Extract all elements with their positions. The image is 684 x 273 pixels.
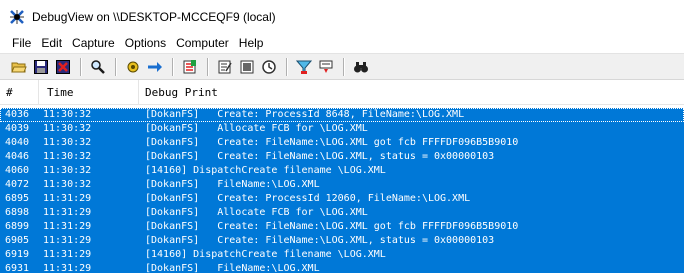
debugview-app-icon[interactable]: [8, 8, 26, 26]
column-header-time[interactable]: Time: [39, 80, 139, 104]
filter-icon[interactable]: [295, 58, 313, 76]
row-number: 4036: [5, 109, 30, 120]
log-row[interactable]: 6895 11:31:29 [DokanFS] Create: ProcessId …: [0, 192, 684, 206]
row-number: 6899: [5, 221, 30, 232]
row-debug-print: [DokanFS] Create: ProcessId 12060, FileN…: [145, 193, 471, 204]
row-debug-print: [DokanFS] FileName:\LOG.XML: [145, 179, 320, 190]
clear-display-icon[interactable]: [181, 58, 199, 76]
log-row[interactable]: 4046 11:30:32 [DokanFS] Create: FileName:\…: [0, 150, 684, 164]
binoculars-icon[interactable]: [352, 58, 370, 76]
row-time: 11:30:32: [43, 137, 92, 148]
row-time: 11:30:32: [43, 109, 92, 120]
row-debug-print: [DokanFS] Create: FileName:\LOG.XML, sta…: [145, 151, 495, 162]
menu-computer[interactable]: Computer: [171, 33, 234, 53]
row-number: 4040: [5, 137, 30, 148]
row-debug-print: [DokanFS] Create: FileName:\LOG.XML got …: [145, 221, 519, 232]
menu-file[interactable]: File: [0, 33, 36, 53]
log-row[interactable]: 4036 11:30:32 [DokanFS] Create: ProcessId …: [0, 108, 684, 122]
column-header-debug-print[interactable]: Debug Print: [139, 80, 684, 104]
row-debug-print: [14160] DispatchCreate filename \LOG.XML: [145, 165, 386, 176]
row-time: 11:31:29: [43, 263, 92, 273]
log-row[interactable]: 4060 11:30:32 [14160] DispatchCreate filen…: [0, 164, 684, 178]
row-debug-print: [DokanFS] Create: ProcessId 8648, FileNa…: [145, 109, 465, 120]
row-number: 4039: [5, 123, 30, 134]
log-row[interactable]: 4039 11:30:32 [DokanFS] Allocate FCB for \…: [0, 122, 684, 136]
toolbar: [0, 53, 684, 80]
row-time: 11:30:32: [43, 151, 92, 162]
toolbar-separator: [286, 57, 287, 76]
clock-icon[interactable]: [260, 58, 278, 76]
toolbar-separator: [207, 57, 208, 76]
menu-bar: File Edit Capture Options Computer Help: [0, 33, 684, 53]
autoscroll-icon[interactable]: [146, 58, 164, 76]
log-rows[interactable]: 4036 11:30:32 [DokanFS] Create: ProcessId …: [0, 108, 684, 273]
row-time: 11:30:32: [43, 165, 92, 176]
log-row[interactable]: 4072 11:30:32 [DokanFS] FileName:\LOG.XML: [0, 178, 684, 192]
row-number: 4060: [5, 165, 30, 176]
row-time: 11:30:32: [43, 179, 92, 190]
row-debug-print: [DokanFS] Allocate FCB for \LOG.XML: [145, 207, 368, 218]
row-debug-print: [14160] DispatchCreate filename \LOG.XML: [145, 249, 386, 260]
log-row[interactable]: 4040 11:30:32 [DokanFS] Create: FileName:\…: [0, 136, 684, 150]
window-title: DebugView on \\DESKTOP-MCCEQF9 (local): [32, 9, 276, 24]
highlight-icon[interactable]: [317, 58, 335, 76]
log-row[interactable]: 6919 11:31:29 [14160] DispatchCreate filen…: [0, 248, 684, 262]
log-row[interactable]: 6899 11:31:29 [DokanFS] Create: FileName:\…: [0, 220, 684, 234]
row-time: 11:31:29: [43, 221, 92, 232]
row-number: 6931: [5, 263, 30, 273]
menu-options[interactable]: Options: [120, 33, 171, 53]
row-time: 11:31:29: [43, 235, 92, 246]
title-bar[interactable]: DebugView on \\DESKTOP-MCCEQF9 (local): [0, 0, 684, 33]
log-row[interactable]: 6931 11:31:29 [DokanFS] FileName:\LOG.XML: [0, 262, 684, 273]
capture-icon[interactable]: [124, 58, 142, 76]
list-header: # Time Debug Print: [0, 80, 684, 105]
log-list[interactable]: # Time Debug Print 4036 11:30:32 [DokanFS]…: [0, 80, 684, 273]
row-debug-print: [DokanFS] Create: FileName:\LOG.XML got …: [145, 137, 519, 148]
row-debug-print: [DokanFS] FileName:\LOG.XML: [145, 263, 320, 273]
row-number: 6895: [5, 193, 30, 204]
menu-help[interactable]: Help: [234, 33, 269, 53]
row-time: 11:31:29: [43, 249, 92, 260]
open-icon[interactable]: [10, 58, 28, 76]
row-number: 6919: [5, 249, 30, 260]
row-number: 4046: [5, 151, 30, 162]
toolbar-separator: [80, 57, 81, 76]
row-number: 6898: [5, 207, 30, 218]
properties-icon[interactable]: [216, 58, 234, 76]
row-number: 4072: [5, 179, 30, 190]
row-time: 11:31:29: [43, 207, 92, 218]
find-icon[interactable]: [89, 58, 107, 76]
row-number: 6905: [5, 235, 30, 246]
erase-icon[interactable]: [54, 58, 72, 76]
menu-capture[interactable]: Capture: [67, 33, 120, 53]
memory-icon[interactable]: [238, 58, 256, 76]
log-row[interactable]: 6898 11:31:29 [DokanFS] Allocate FCB for \…: [0, 206, 684, 220]
row-time: 11:31:29: [43, 193, 92, 204]
toolbar-separator: [343, 57, 344, 76]
row-debug-print: [DokanFS] Allocate FCB for \LOG.XML: [145, 123, 368, 134]
log-row[interactable]: 6905 11:31:29 [DokanFS] Create: FileName:\…: [0, 234, 684, 248]
toolbar-separator: [172, 57, 173, 76]
column-header-number[interactable]: #: [0, 80, 39, 104]
row-debug-print: [DokanFS] Create: FileName:\LOG.XML, sta…: [145, 235, 495, 246]
save-icon[interactable]: [32, 58, 50, 76]
toolbar-separator: [115, 57, 116, 76]
row-time: 11:30:32: [43, 123, 92, 134]
menu-edit[interactable]: Edit: [36, 33, 67, 53]
